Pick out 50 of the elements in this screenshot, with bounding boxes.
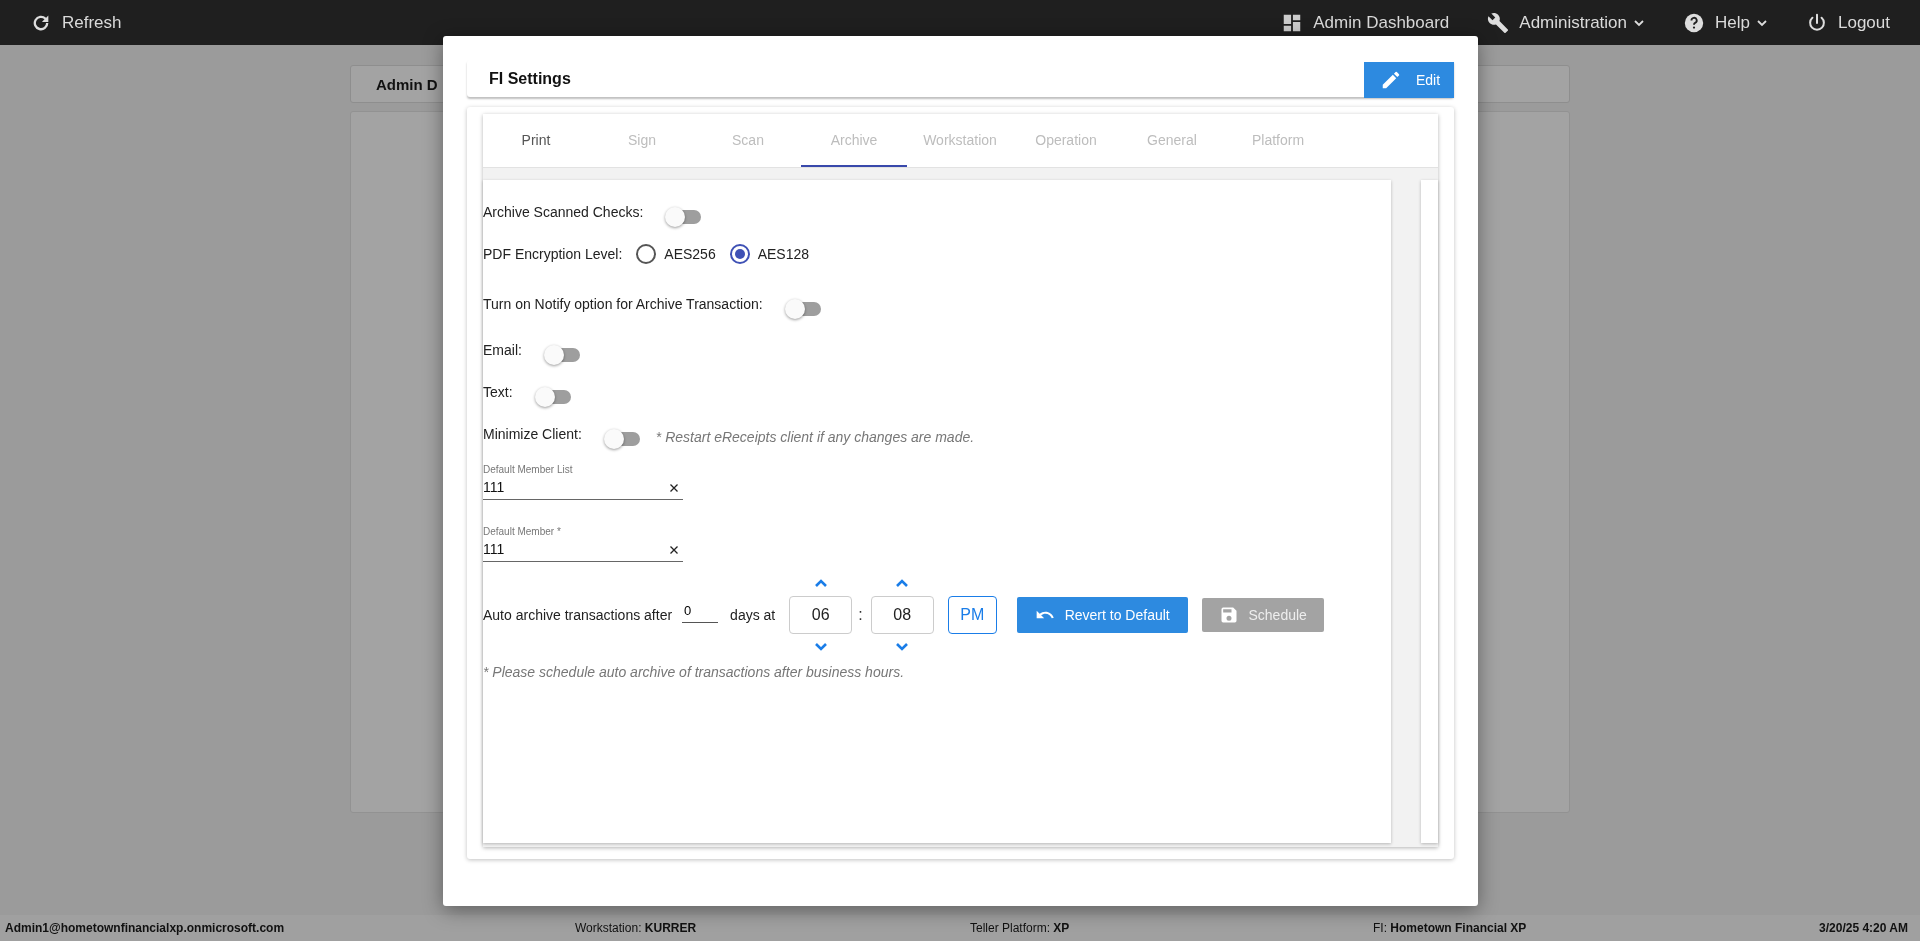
wrench-icon xyxy=(1487,11,1510,34)
radio-label: AES256 xyxy=(664,246,716,262)
chevron-down-icon[interactable] xyxy=(813,642,828,652)
menu-dropdown[interactable]: Administration xyxy=(1487,11,1646,34)
status-text: Workstation: KURRER xyxy=(575,921,698,935)
power-icon xyxy=(1806,11,1828,34)
radio-label: AES128 xyxy=(757,246,810,262)
setting-label: Minimize Client: xyxy=(483,426,582,442)
menu-link[interactable]: Logout xyxy=(1806,11,1890,34)
toggle-switch[interactable] xyxy=(603,429,640,449)
refresh-button[interactable]: Refresh xyxy=(30,11,122,34)
toggle-switch[interactable] xyxy=(534,387,571,407)
radio-button[interactable] xyxy=(636,244,657,264)
status-text: Admin1@hometownfinancialxp.onmicrosoft.com xyxy=(5,921,286,935)
setting-label: Turn on Notify option for Archive Transaction: xyxy=(483,296,763,312)
toggle-switch[interactable] xyxy=(665,207,702,227)
revert-button[interactable]: Revert to Default xyxy=(1016,597,1188,633)
chevron-up-icon[interactable] xyxy=(895,578,910,588)
chevron-up-icon[interactable] xyxy=(813,578,828,588)
input-field[interactable]: Default Member List 111 xyxy=(483,464,683,500)
toggle-switch[interactable] xyxy=(784,299,821,319)
clear-icon[interactable] xyxy=(669,483,679,493)
menu-dropdown[interactable]: Help xyxy=(1683,11,1768,34)
setting-label: days at xyxy=(730,607,776,623)
clear-icon[interactable] xyxy=(669,545,679,555)
status-text: 3/20/25 4:20 AM xyxy=(1819,921,1908,935)
setting-label: Archive Scanned Checks: xyxy=(483,204,644,220)
minute-input[interactable]: 08 xyxy=(870,596,934,634)
setting-label: PDF Encryption Level: xyxy=(483,246,623,262)
input-field[interactable]: Default Member * 111 xyxy=(483,526,683,562)
status-text: FI: Hometown Financial XP xyxy=(1373,921,1528,935)
toggle-switch[interactable] xyxy=(543,345,580,365)
hour-input[interactable]: 06 xyxy=(789,596,853,634)
dialog-title: FI Settings xyxy=(489,69,571,88)
setting-label: Text: xyxy=(483,384,513,400)
edit-button[interactable]: Edit xyxy=(1364,61,1454,98)
days-input[interactable]: 0 xyxy=(682,603,719,623)
setting-label: Auto archive transactions after xyxy=(483,607,673,623)
radio-button[interactable] xyxy=(729,244,750,264)
chevron-down-icon[interactable] xyxy=(895,642,910,652)
footnote-text: * Please schedule auto archive of transactions after business hours. xyxy=(483,664,906,680)
menu-link[interactable]: Admin Dashboard xyxy=(1281,11,1450,34)
help-icon xyxy=(1683,11,1706,34)
card-title: Admin D xyxy=(376,75,438,93)
setting-label: Email: xyxy=(483,342,522,358)
time-separator: : xyxy=(858,606,863,624)
note-text: * Restart eReceipts client if any changes are made. xyxy=(655,429,975,445)
status-text: Teller Platform: XP xyxy=(970,921,1071,935)
meridiem-toggle[interactable]: PM xyxy=(947,596,997,634)
tab[interactable]: Print xyxy=(483,114,589,167)
